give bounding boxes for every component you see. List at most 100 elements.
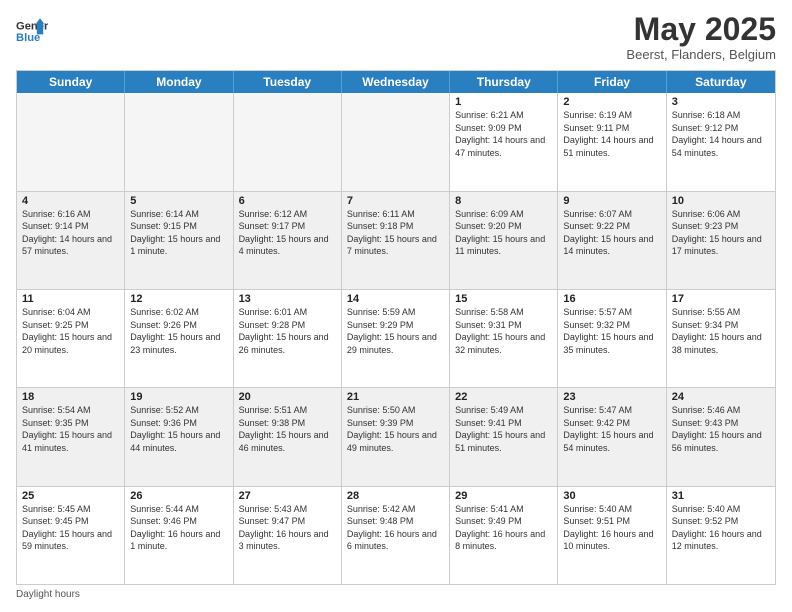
cell-info: Sunrise: 6:14 AMSunset: 9:15 PMDaylight:… [130, 208, 227, 258]
table-row: 7Sunrise: 6:11 AMSunset: 9:18 PMDaylight… [342, 192, 450, 289]
day-number: 18 [22, 391, 119, 403]
table-row: 25Sunrise: 5:45 AMSunset: 9:45 PMDayligh… [17, 487, 125, 584]
table-row: 12Sunrise: 6:02 AMSunset: 9:26 PMDayligh… [125, 290, 233, 387]
table-row: 27Sunrise: 5:43 AMSunset: 9:47 PMDayligh… [234, 487, 342, 584]
header-tuesday: Tuesday [234, 71, 342, 93]
day-number: 13 [239, 293, 336, 305]
cell-info: Sunrise: 5:45 AMSunset: 9:45 PMDaylight:… [22, 503, 119, 553]
day-number: 5 [130, 195, 227, 207]
day-number: 10 [672, 195, 770, 207]
week-row-5: 25Sunrise: 5:45 AMSunset: 9:45 PMDayligh… [17, 487, 775, 584]
day-number: 17 [672, 293, 770, 305]
header-saturday: Saturday [667, 71, 775, 93]
cell-info: Sunrise: 6:07 AMSunset: 9:22 PMDaylight:… [563, 208, 660, 258]
header-friday: Friday [558, 71, 666, 93]
cell-info: Sunrise: 6:02 AMSunset: 9:26 PMDaylight:… [130, 306, 227, 356]
day-number: 1 [455, 96, 552, 108]
cell-info: Sunrise: 6:16 AMSunset: 9:14 PMDaylight:… [22, 208, 119, 258]
location: Beerst, Flanders, Belgium [626, 47, 776, 62]
cell-info: Sunrise: 5:52 AMSunset: 9:36 PMDaylight:… [130, 404, 227, 454]
cell-info: Sunrise: 5:42 AMSunset: 9:48 PMDaylight:… [347, 503, 444, 553]
cell-info: Sunrise: 5:44 AMSunset: 9:46 PMDaylight:… [130, 503, 227, 553]
day-number: 24 [672, 391, 770, 403]
footer-note: Daylight hours [16, 589, 776, 600]
title-area: May 2025 Beerst, Flanders, Belgium [626, 12, 776, 62]
day-number: 2 [563, 96, 660, 108]
day-number: 15 [455, 293, 552, 305]
month-title: May 2025 [626, 12, 776, 47]
day-number: 12 [130, 293, 227, 305]
cell-info: Sunrise: 5:57 AMSunset: 9:32 PMDaylight:… [563, 306, 660, 356]
table-row: 3Sunrise: 6:18 AMSunset: 9:12 PMDaylight… [667, 93, 775, 190]
day-number: 19 [130, 391, 227, 403]
calendar-body: 1Sunrise: 6:21 AMSunset: 9:09 PMDaylight… [17, 93, 775, 584]
table-row: 20Sunrise: 5:51 AMSunset: 9:38 PMDayligh… [234, 388, 342, 485]
table-row: 13Sunrise: 6:01 AMSunset: 9:28 PMDayligh… [234, 290, 342, 387]
table-row: 30Sunrise: 5:40 AMSunset: 9:51 PMDayligh… [558, 487, 666, 584]
day-number: 14 [347, 293, 444, 305]
cell-info: Sunrise: 6:18 AMSunset: 9:12 PMDaylight:… [672, 109, 770, 159]
table-row: 26Sunrise: 5:44 AMSunset: 9:46 PMDayligh… [125, 487, 233, 584]
cell-info: Sunrise: 6:01 AMSunset: 9:28 PMDaylight:… [239, 306, 336, 356]
table-row: 9Sunrise: 6:07 AMSunset: 9:22 PMDaylight… [558, 192, 666, 289]
day-number: 6 [239, 195, 336, 207]
table-row: 28Sunrise: 5:42 AMSunset: 9:48 PMDayligh… [342, 487, 450, 584]
day-number: 27 [239, 490, 336, 502]
table-row: 2Sunrise: 6:19 AMSunset: 9:11 PMDaylight… [558, 93, 666, 190]
week-row-4: 18Sunrise: 5:54 AMSunset: 9:35 PMDayligh… [17, 388, 775, 486]
cell-info: Sunrise: 5:43 AMSunset: 9:47 PMDaylight:… [239, 503, 336, 553]
calendar: Sunday Monday Tuesday Wednesday Thursday… [16, 70, 776, 585]
day-number: 20 [239, 391, 336, 403]
header-sunday: Sunday [17, 71, 125, 93]
cell-info: Sunrise: 5:40 AMSunset: 9:51 PMDaylight:… [563, 503, 660, 553]
table-row: 23Sunrise: 5:47 AMSunset: 9:42 PMDayligh… [558, 388, 666, 485]
cell-info: Sunrise: 5:49 AMSunset: 9:41 PMDaylight:… [455, 404, 552, 454]
table-row: 5Sunrise: 6:14 AMSunset: 9:15 PMDaylight… [125, 192, 233, 289]
cell-info: Sunrise: 5:46 AMSunset: 9:43 PMDaylight:… [672, 404, 770, 454]
logo: General Blue [16, 12, 50, 44]
cell-info: Sunrise: 5:59 AMSunset: 9:29 PMDaylight:… [347, 306, 444, 356]
cell-info: Sunrise: 6:12 AMSunset: 9:17 PMDaylight:… [239, 208, 336, 258]
cell-info: Sunrise: 5:41 AMSunset: 9:49 PMDaylight:… [455, 503, 552, 553]
cell-info: Sunrise: 6:04 AMSunset: 9:25 PMDaylight:… [22, 306, 119, 356]
cell-info: Sunrise: 5:55 AMSunset: 9:34 PMDaylight:… [672, 306, 770, 356]
day-number: 7 [347, 195, 444, 207]
day-number: 3 [672, 96, 770, 108]
table-row: 11Sunrise: 6:04 AMSunset: 9:25 PMDayligh… [17, 290, 125, 387]
table-row [342, 93, 450, 190]
day-number: 22 [455, 391, 552, 403]
table-row: 19Sunrise: 5:52 AMSunset: 9:36 PMDayligh… [125, 388, 233, 485]
day-number: 31 [672, 490, 770, 502]
table-row: 16Sunrise: 5:57 AMSunset: 9:32 PMDayligh… [558, 290, 666, 387]
svg-text:Blue: Blue [16, 32, 40, 44]
table-row: 29Sunrise: 5:41 AMSunset: 9:49 PMDayligh… [450, 487, 558, 584]
day-number: 25 [22, 490, 119, 502]
cell-info: Sunrise: 5:47 AMSunset: 9:42 PMDaylight:… [563, 404, 660, 454]
day-number: 30 [563, 490, 660, 502]
table-row: 21Sunrise: 5:50 AMSunset: 9:39 PMDayligh… [342, 388, 450, 485]
header: General Blue May 2025 Beerst, Flanders, … [16, 12, 776, 62]
header-monday: Monday [125, 71, 233, 93]
table-row: 14Sunrise: 5:59 AMSunset: 9:29 PMDayligh… [342, 290, 450, 387]
cell-info: Sunrise: 6:19 AMSunset: 9:11 PMDaylight:… [563, 109, 660, 159]
table-row [17, 93, 125, 190]
day-number: 21 [347, 391, 444, 403]
cell-info: Sunrise: 6:09 AMSunset: 9:20 PMDaylight:… [455, 208, 552, 258]
day-number: 16 [563, 293, 660, 305]
header-wednesday: Wednesday [342, 71, 450, 93]
day-number: 4 [22, 195, 119, 207]
week-row-3: 11Sunrise: 6:04 AMSunset: 9:25 PMDayligh… [17, 290, 775, 388]
table-row: 15Sunrise: 5:58 AMSunset: 9:31 PMDayligh… [450, 290, 558, 387]
day-number: 11 [22, 293, 119, 305]
table-row: 22Sunrise: 5:49 AMSunset: 9:41 PMDayligh… [450, 388, 558, 485]
cell-info: Sunrise: 5:50 AMSunset: 9:39 PMDaylight:… [347, 404, 444, 454]
day-number: 29 [455, 490, 552, 502]
table-row: 6Sunrise: 6:12 AMSunset: 9:17 PMDaylight… [234, 192, 342, 289]
week-row-1: 1Sunrise: 6:21 AMSunset: 9:09 PMDaylight… [17, 93, 775, 191]
table-row: 8Sunrise: 6:09 AMSunset: 9:20 PMDaylight… [450, 192, 558, 289]
page: General Blue May 2025 Beerst, Flanders, … [0, 0, 792, 612]
week-row-2: 4Sunrise: 6:16 AMSunset: 9:14 PMDaylight… [17, 192, 775, 290]
table-row: 4Sunrise: 6:16 AMSunset: 9:14 PMDaylight… [17, 192, 125, 289]
cell-info: Sunrise: 6:06 AMSunset: 9:23 PMDaylight:… [672, 208, 770, 258]
logo-icon: General Blue [16, 12, 48, 44]
